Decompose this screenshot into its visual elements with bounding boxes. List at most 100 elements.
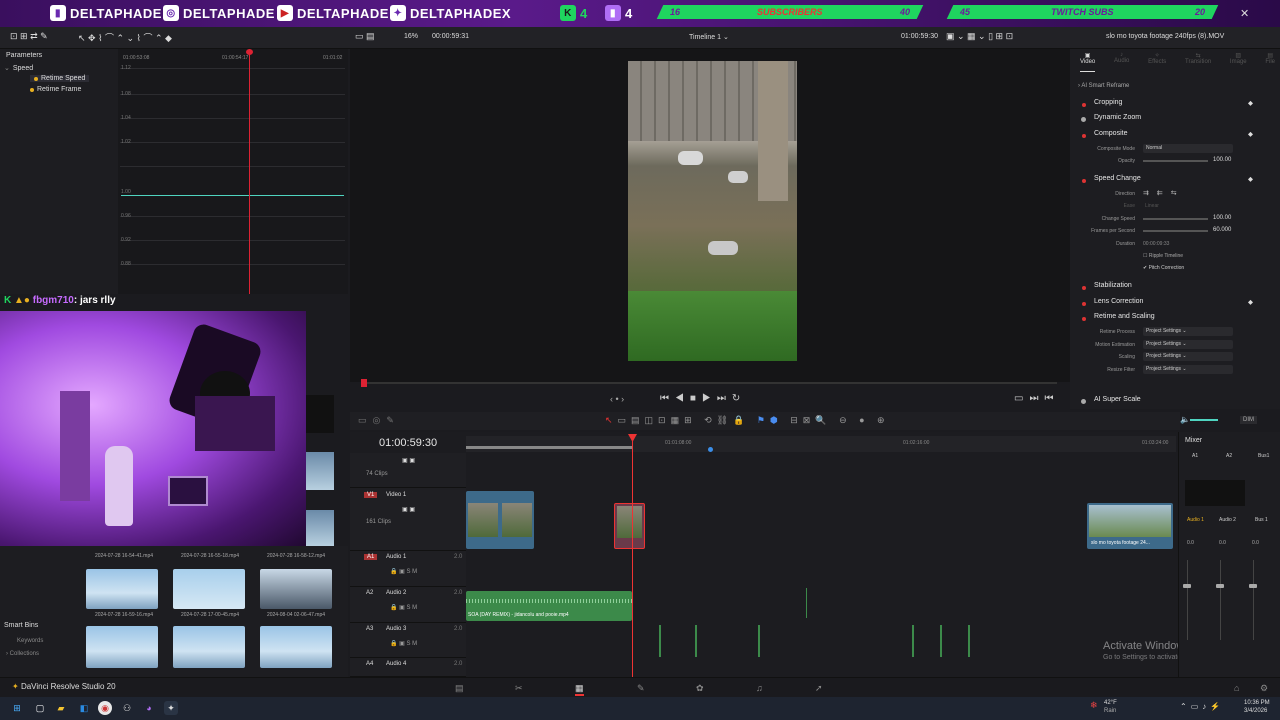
speed-curve-line[interactable] [121, 195, 344, 196]
viewer-scrubber[interactable] [361, 382, 1057, 384]
ripple-timeline-checkbox[interactable]: ☐ Ripple Timeline [1143, 253, 1183, 259]
file-explorer-icon[interactable]: ▰ [54, 701, 68, 715]
clock-time[interactable]: 10:36 PM [1244, 700, 1270, 706]
track-tag[interactable]: A1 [364, 554, 378, 560]
volume-slider[interactable] [1190, 419, 1218, 421]
media-thumbnail[interactable] [86, 569, 158, 609]
tab-audio[interactable]: ♪ Audio [1114, 52, 1129, 72]
resize-filter-select[interactable]: Project Settings ⌄ [1143, 365, 1233, 374]
section-composite[interactable]: Composite ◆ [1078, 130, 1273, 143]
track-tag[interactable]: A2 [366, 590, 373, 596]
tab-video[interactable]: ▣ Video [1080, 52, 1096, 72]
viewer-options-icons[interactable]: ▣ ⌄ ▦ ⌄ ▯ ⊞ ⊡ [946, 31, 1013, 42]
media-thumbnail[interactable] [173, 569, 245, 609]
keyframe-icon[interactable]: ◆ [1248, 130, 1253, 138]
media-thumbnail[interactable] [173, 626, 245, 668]
tray-icons[interactable]: ⌃▭♪⚡ [1180, 702, 1224, 711]
viewer-playhead[interactable] [361, 379, 367, 387]
dim-button[interactable]: DIM [1240, 416, 1257, 424]
smart-bin-collections[interactable]: › Collections [6, 651, 39, 657]
section-speed-change[interactable]: Speed Change ◆ [1078, 175, 1273, 188]
section-stabilization[interactable]: Stabilization [1078, 282, 1273, 295]
keyframe-icon[interactable]: ◆ [1248, 298, 1253, 306]
opacity-slider[interactable] [1143, 160, 1208, 162]
edit-tools[interactable]: ↖▭▤◫⊡▦⊞ ⟲⛓🔒 ⚑⬢ ⊟⊠🔍 ⊖ ● ⊕ [605, 415, 890, 426]
audio-clip[interactable]: SOA (DAY REMIX) - jidancolu and pooie.mp… [466, 591, 632, 621]
task-view-icon[interactable]: ▢ [33, 701, 47, 715]
curve-editor[interactable]: 01:00:53:08 01:00:54:17 01:01:02 [118, 49, 348, 294]
track-buttons[interactable]: 🔒 ▣ S M [390, 568, 417, 575]
fader-handle[interactable] [1249, 584, 1257, 588]
curve-playhead-handle[interactable] [246, 49, 253, 55]
timeline-view-icons[interactable]: ▭◎✎ [358, 415, 400, 426]
keyframe-icon[interactable]: ◆ [1248, 99, 1253, 107]
scaling-select[interactable]: Project Settings ⌄ [1143, 352, 1233, 361]
curve-tools[interactable]: ↖ ✥ ⌇ ⌒ ⌃ ⌄ ⌇ ⌒ ⌃ ◆ [78, 31, 172, 44]
page-cut-icon[interactable]: ✂ [515, 683, 523, 694]
tab-file[interactable]: ▤ File [1265, 52, 1275, 72]
tab-effects[interactable]: ✧ Effects [1148, 52, 1166, 72]
smart-bin-keywords[interactable]: Keywords [17, 638, 43, 644]
tab-transition[interactable]: ⇆ Transition [1185, 52, 1211, 72]
page-edit-icon[interactable]: ▦ [575, 683, 584, 696]
jog-icons[interactable]: ‹ • › [610, 394, 624, 404]
keyframe-icon[interactable]: ◆ [1248, 175, 1253, 183]
windows-start-icon[interactable]: ⊞ [10, 701, 24, 715]
ease-value[interactable]: Linear [1145, 203, 1159, 209]
store-icon[interactable]: ◧ [77, 701, 91, 715]
video-frame[interactable] [628, 61, 797, 361]
close-icon[interactable]: ✕ [1240, 7, 1249, 20]
fps-value[interactable]: 60.000 [1213, 227, 1231, 233]
page-fairlight-icon[interactable]: ♫ [756, 683, 763, 693]
track-buttons[interactable]: 🔒 ▣ S M [390, 604, 417, 611]
param-retime-frame[interactable]: Retime Frame [30, 86, 81, 93]
page-color-icon[interactable]: ✿ [696, 683, 704, 694]
page-deliver-icon[interactable]: ➚ [815, 683, 823, 694]
section-cropping[interactable]: Cropping ◆ [1078, 99, 1273, 112]
param-retime-speed[interactable]: Retime Speed [30, 75, 90, 82]
curve-playhead[interactable] [249, 49, 250, 294]
direction-buttons[interactable]: ⇉⇇⇆ [1143, 189, 1185, 197]
viewer-layout-icon[interactable]: ▭ ▤ [355, 31, 375, 42]
opacity-value[interactable]: 100.00 [1213, 157, 1231, 163]
composite-mode-select[interactable]: Normal [1143, 144, 1233, 153]
settings-icon[interactable]: ⚙ [1260, 683, 1268, 694]
fader-handle[interactable] [1216, 584, 1224, 588]
media-thumb-partial[interactable] [306, 395, 334, 433]
timeline-marker[interactable] [708, 447, 713, 452]
zoom-level[interactable]: 16% [404, 33, 418, 40]
tab-image[interactable]: ▨ Image [1230, 52, 1247, 72]
track-tag[interactable]: A3 [366, 626, 373, 632]
section-ai-super-scale[interactable]: AI Super Scale [1078, 396, 1273, 409]
timeline-ruler[interactable] [466, 436, 1176, 452]
change-speed-slider[interactable] [1143, 218, 1208, 220]
eq-display[interactable] [1185, 480, 1245, 506]
timeline-playhead[interactable] [632, 436, 633, 677]
clock-date[interactable]: 3/4/2026 [1244, 708, 1267, 714]
param-speed[interactable]: ⌄ Speed [4, 64, 33, 73]
ai-smart-reframe[interactable]: › AI Smart Reframe [1078, 83, 1273, 96]
duration-value[interactable]: 00:00:09:33 [1143, 241, 1169, 247]
pitch-correction-checkbox[interactable]: ✔ Pitch Correction [1143, 265, 1184, 271]
fps-slider[interactable] [1143, 230, 1208, 232]
home-icon[interactable]: ⌂ [1234, 683, 1239, 693]
track-tag[interactable]: V1 [364, 492, 378, 498]
track-icons[interactable]: ▣ ▣ [402, 457, 415, 464]
media-thumbnail[interactable] [86, 626, 158, 668]
volume-icon[interactable]: 🔈 [1180, 415, 1190, 424]
section-dynamic-zoom[interactable]: Dynamic Zoom [1078, 114, 1273, 127]
page-media-icon[interactable]: ▤ [455, 683, 464, 694]
track-buttons[interactable]: 🔒 ▣ S M [390, 640, 417, 647]
weather-temp[interactable]: 42°F [1104, 700, 1117, 706]
media-thumbnail[interactable] [260, 626, 332, 668]
transport-controls[interactable]: ⏮◀■▶⏭↻ [660, 393, 746, 404]
toolbar-icons-left[interactable]: ⊡ ⊞ ⇄ ✎ [10, 31, 48, 42]
section-retime-scaling[interactable]: Retime and Scaling [1078, 313, 1273, 326]
timeline-selector[interactable]: Timeline 1 ⌄ [689, 33, 729, 41]
viewer-right-controls[interactable]: ▭⏭⏮ [1014, 393, 1059, 404]
retime-process-select[interactable]: Project Settings ⌄ [1143, 327, 1233, 336]
chrome-icon[interactable]: ◉ [98, 701, 112, 715]
discord-icon[interactable]: ◕ [142, 701, 156, 715]
track-icons[interactable]: ▣ ▣ [402, 506, 415, 513]
fader-handle[interactable] [1183, 584, 1191, 588]
